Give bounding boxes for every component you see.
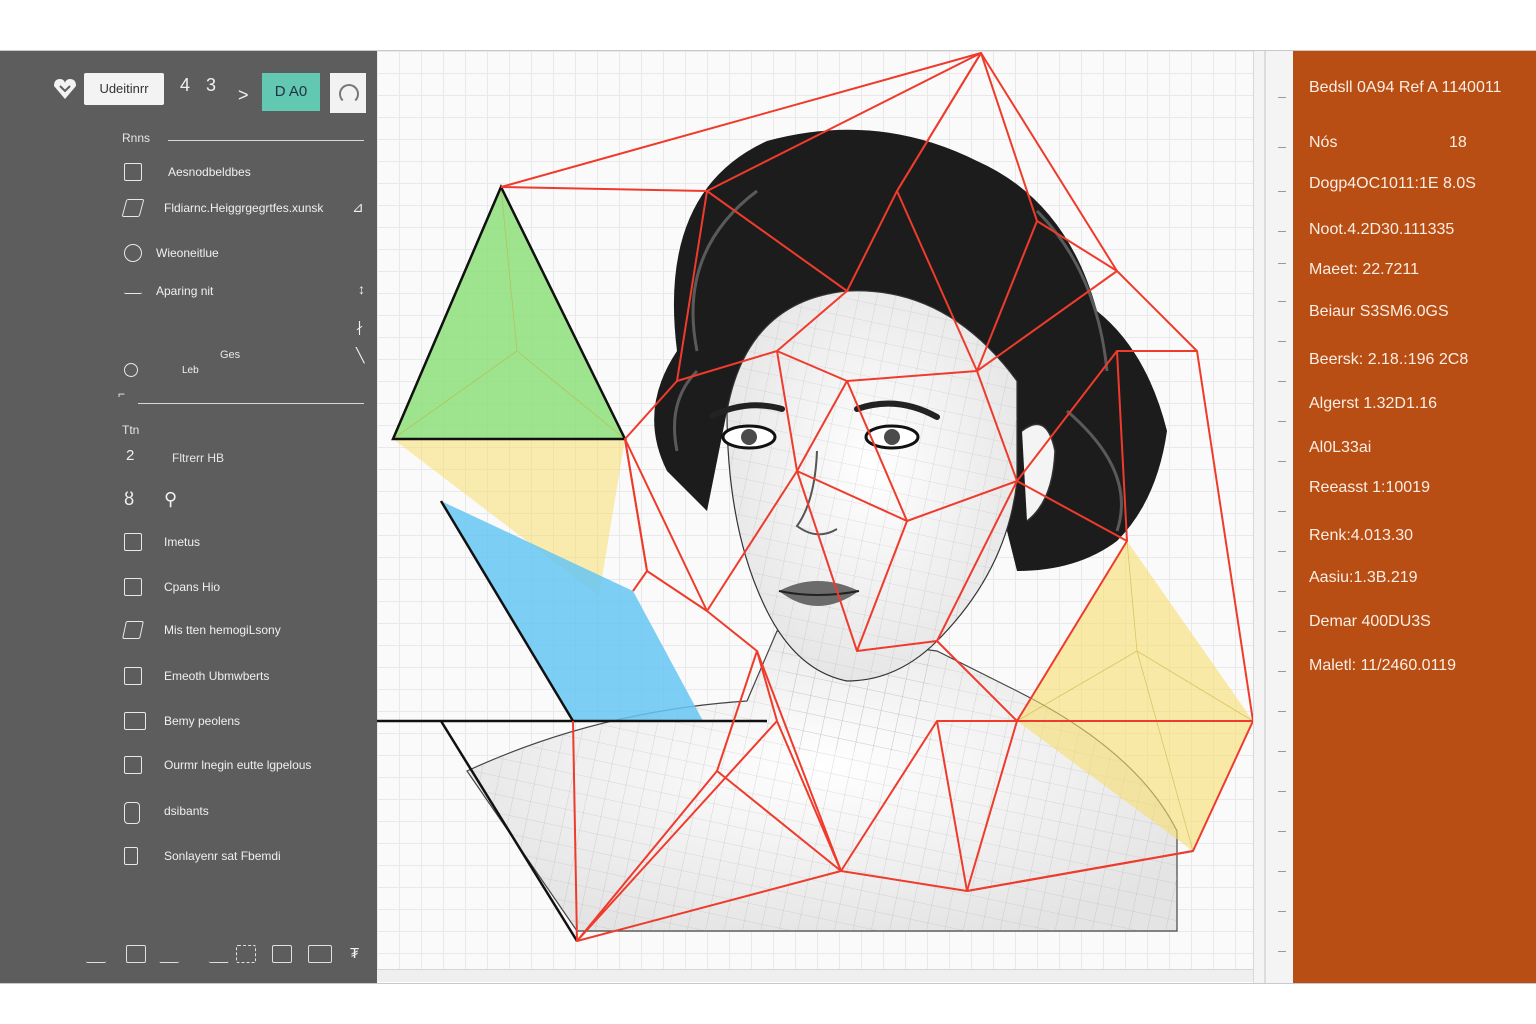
property-row[interactable]: Beersk: 2.18.:196 2C8 xyxy=(1309,351,1468,369)
properties-panel: Bedsll 0A94 Ref A 1140011 Nós 18 Dogp4OC1… xyxy=(1293,51,1536,983)
property-label: Dogp4OC1011:1E 8.0S xyxy=(1309,175,1476,192)
collapse-icon[interactable]: ⌐ xyxy=(118,387,125,401)
property-row[interactable]: Dogp4OC1011:1E 8.0S xyxy=(1309,175,1476,193)
mode-button[interactable]: D A0 xyxy=(262,73,320,111)
section-label: Ttn xyxy=(122,423,140,437)
image-icon xyxy=(124,163,142,181)
sub-label: Ges xyxy=(220,349,241,361)
section-item[interactable]: Fltrerr HB xyxy=(172,451,224,465)
sidebar-item-label: Emeoth Ubmwberts xyxy=(164,669,270,683)
pin-icon[interactable]: ⊿ xyxy=(352,199,364,216)
divider xyxy=(138,403,364,404)
sidebar-item-label: Mis tten hemogiLsony xyxy=(164,623,281,637)
vertical-ruler[interactable] xyxy=(1253,51,1294,983)
baseline-icon[interactable] xyxy=(86,945,106,963)
property-row[interactable]: Demar 400DU3S xyxy=(1309,613,1431,631)
image-icon xyxy=(124,533,142,551)
pen-icon xyxy=(122,621,144,639)
phone-icon xyxy=(124,802,140,824)
number-tool-icon[interactable]: 3 xyxy=(206,75,216,96)
font-tool-icon[interactable]: 4 xyxy=(180,75,190,96)
layers-icon xyxy=(124,244,142,262)
anchor-icon[interactable]: ₮ xyxy=(350,945,359,962)
bracket-icon xyxy=(124,847,138,865)
property-label: Beiaur S3SM6.0GS xyxy=(1309,303,1449,320)
property-value: 18 xyxy=(1449,134,1467,151)
sidebar-item-label: Wieoneitlue xyxy=(156,246,219,260)
sidebar-item-label: Ourmr lnegin eutte lgpelous xyxy=(164,758,312,772)
tick-icon[interactable]: ∤ xyxy=(356,319,363,336)
property-row[interactable]: Beiaur S3SM6.0GS xyxy=(1309,303,1449,321)
ruler-track xyxy=(1264,51,1266,983)
property-row[interactable]: Reeasst 1:10019 xyxy=(1309,479,1430,497)
canvas[interactable] xyxy=(377,51,1253,971)
pencil-icon[interactable] xyxy=(158,945,190,963)
property-label: Maeet: 22.7211 xyxy=(1309,261,1420,278)
square-icon xyxy=(124,578,142,596)
sidebar-item-label: Aesnodbeldbes xyxy=(168,165,251,179)
property-row[interactable]: Maeet: 22.7211 xyxy=(1309,261,1419,279)
property-label: Bedsll 0A94 Ref A 1140011 xyxy=(1309,79,1502,96)
grid-icon xyxy=(124,756,142,774)
frame-icon xyxy=(124,667,142,685)
sidebar-item-label: Bemy peolens xyxy=(164,714,241,728)
document-icon[interactable] xyxy=(272,945,292,963)
property-row[interactable]: Bedsll 0A94 Ref A 1140011 xyxy=(1309,79,1501,97)
property-row[interactable]: Maletl: 11/2460.0119 xyxy=(1309,657,1456,675)
property-label: Maletl: 11/2460.0119 xyxy=(1309,657,1457,674)
magic-wand-icon[interactable]: ⚲ xyxy=(164,489,177,510)
property-row[interactable]: Algerst 1.32D1.16 xyxy=(1309,395,1437,413)
property-label: Renk:4.013.30 xyxy=(1309,527,1414,544)
lasso-icon[interactable]: ȣ xyxy=(124,489,134,510)
property-row[interactable]: Al0L33ai xyxy=(1309,439,1371,457)
sidebar-item-label: Cpans Hio xyxy=(164,580,221,594)
sidebar-item-label: Sonlayenr sat Fbemdi xyxy=(164,849,281,863)
sidebar-item-label: Aparing nit xyxy=(156,284,214,298)
brush-icon xyxy=(121,199,145,217)
property-label: Aasiu:1.3B.219 xyxy=(1309,569,1418,586)
step-number: 2 xyxy=(126,447,135,464)
mesh-illustration[interactable] xyxy=(377,51,1253,971)
sidebar-item-label: Imetus xyxy=(164,535,201,549)
property-label: Noot.4.2D30.111335 xyxy=(1309,221,1455,238)
property-label: Algerst 1.32D1.16 xyxy=(1309,395,1438,412)
sidebar-item-label: Leb xyxy=(182,365,199,376)
image-icon[interactable] xyxy=(308,945,332,963)
pin-icon xyxy=(124,363,138,377)
search-input[interactable]: Udeitinrr xyxy=(84,73,164,105)
sidebar-item-label: Fldiarnc.Heiggrgegrtfes.xunsk xyxy=(164,201,324,215)
property-label: Beersk: 2.18.:196 2C8 xyxy=(1309,351,1469,368)
app-window: Udeitinrr 4 3 > D A0 Rnns Aesnodbeldbes … xyxy=(0,50,1536,984)
sidebar-item-label: dsibants xyxy=(164,804,209,818)
property-label: Reeasst 1:10019 xyxy=(1309,479,1430,496)
property-row[interactable]: Aasiu:1.3B.219 xyxy=(1309,569,1418,587)
text-box-icon[interactable] xyxy=(126,945,146,963)
bottom-toolbar: ₮ xyxy=(80,941,370,969)
green-polygon xyxy=(391,184,627,440)
property-label: Nós xyxy=(1309,134,1338,151)
property-label: Demar 400DU3S xyxy=(1309,613,1431,630)
property-row[interactable]: Renk:4.013.30 xyxy=(1309,527,1413,545)
stack-icon xyxy=(124,712,146,730)
divider xyxy=(168,140,364,141)
ruler-icon[interactable] xyxy=(198,945,230,963)
arrow-up-down-icon[interactable]: ↕ xyxy=(358,281,365,297)
selection-icon[interactable] xyxy=(236,945,256,963)
left-sidebar: Udeitinrr 4 3 > D A0 Rnns Aesnodbeldbes … xyxy=(0,51,377,983)
property-row[interactable]: Nós 18 xyxy=(1309,134,1467,152)
heart-logo-icon[interactable] xyxy=(52,77,78,101)
chevron-right-icon[interactable]: > xyxy=(238,85,249,106)
property-label: Al0L33ai xyxy=(1309,439,1372,456)
horizontal-scrollbar[interactable] xyxy=(377,969,1253,982)
line-tool-icon[interactable]: ╲ xyxy=(356,347,364,364)
property-row[interactable]: Noot.4.2D30.111335 xyxy=(1309,221,1454,239)
avatar[interactable] xyxy=(330,73,366,113)
section-label: Rnns xyxy=(122,131,151,145)
wave-icon xyxy=(124,282,142,294)
